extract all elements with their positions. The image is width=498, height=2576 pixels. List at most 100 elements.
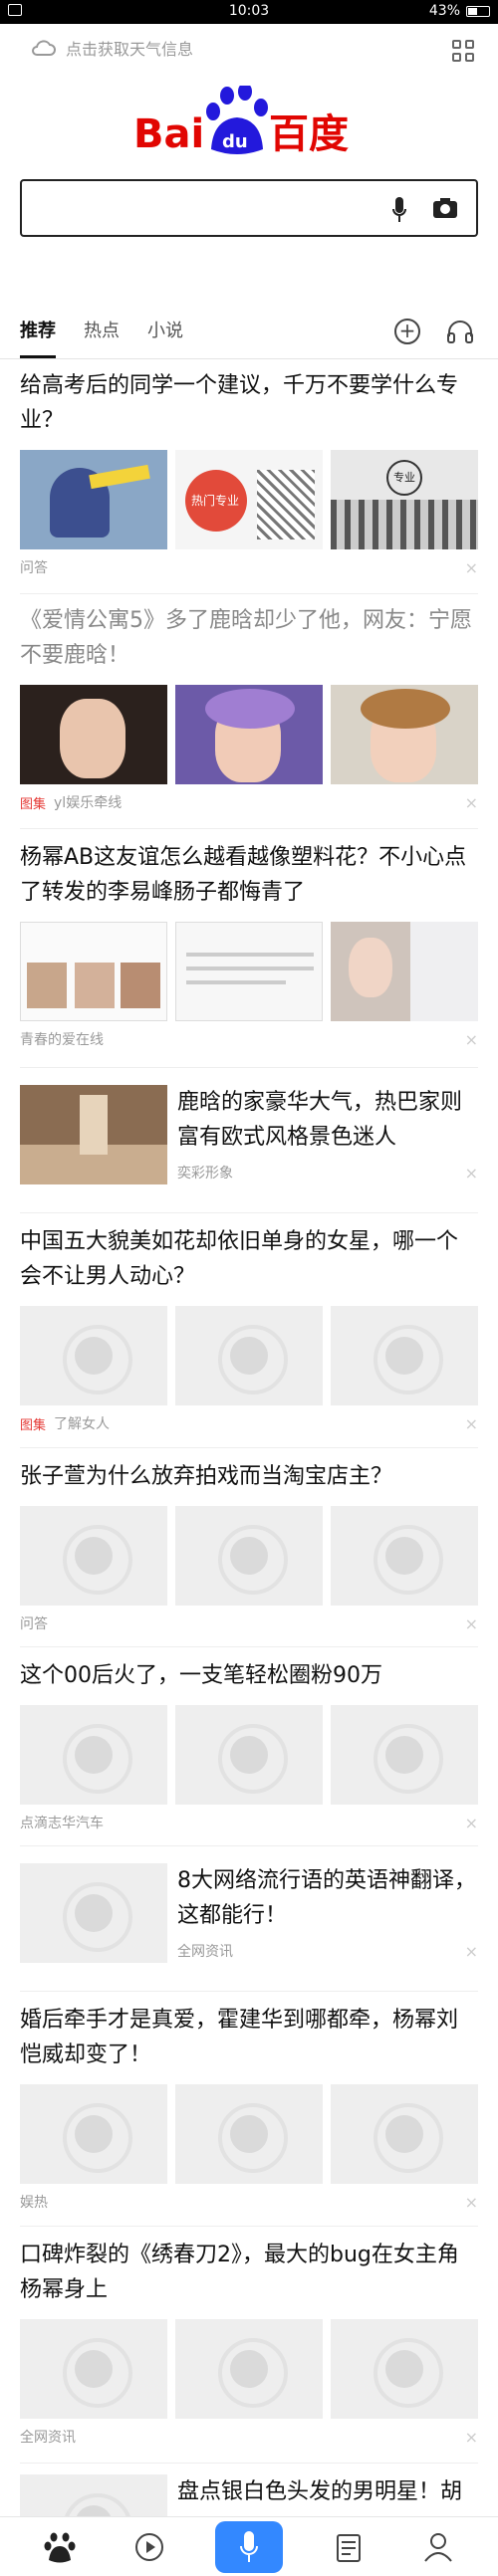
add-channel-icon[interactable]: + [394,319,420,344]
news-list-icon[interactable] [329,2527,369,2567]
article-image[interactable]: 专业 [331,450,478,549]
article-title[interactable]: 中国五大貌美如花却依旧单身的女星，哪一个会不让男人动心？ [20,1224,478,1294]
tab-novel[interactable]: 小说 [147,317,183,352]
article-image[interactable] [175,922,323,1021]
bottom-nav [0,2516,498,2576]
image-placeholder [20,1705,167,1805]
article-image[interactable] [20,685,167,784]
article-source: 娱热 [20,2195,48,2211]
article-image[interactable] [175,685,323,784]
status-bar: 10:03 43% [0,0,498,24]
divider [20,828,478,829]
video-play-icon[interactable] [129,2527,169,2567]
weather-text: 点击获取天气信息 [66,40,194,59]
weather-entry[interactable]: 点击获取天气信息 [30,36,193,60]
article-title[interactable]: 杨幂AB这友谊怎么越看越像塑料花？不小心点了转发的李易峰肠子都悔青了 [20,840,478,910]
close-icon[interactable]: × [465,1614,478,1633]
close-icon[interactable]: × [465,2428,478,2447]
divider [20,2226,478,2227]
camera-icon[interactable] [432,197,458,219]
feed-article[interactable]: 给高考后的同学一个建议，千万不要学什么专业？ 热门专业 专业 问答 × [20,368,478,577]
feed-article[interactable]: 《爱情公寓5》多了鹿晗却少了他，网友：宁愿不要鹿晗！ 图集 yl娱乐牵线 × [20,603,478,812]
divider [20,1845,478,1846]
feed-article[interactable]: 中国五大貌美如花却依旧单身的女星，哪一个会不让男人动心？ 图集 了解女人 × [20,1224,478,1433]
status-time: 10:03 [228,3,270,19]
article-title[interactable]: 鹿晗的家豪华大气，热巴家则富有欧式风格景色迷人 [177,1085,478,1155]
image-placeholder [175,2319,323,2419]
article-image[interactable]: 热门专业 [175,450,323,549]
close-icon[interactable]: × [465,2193,478,2212]
divider [20,1991,478,1992]
feed-article[interactable]: 张子萱为什么放弃拍戏而当淘宝店主？ 问答 × [20,1459,478,1633]
feed-article[interactable]: 这个00后火了，一支笔轻松圈粉90万 点滴志华汽车 × [20,1658,478,1832]
divider [20,593,478,594]
cloud-icon [32,40,56,56]
close-icon[interactable]: × [465,1030,478,1049]
image-placeholder [20,1306,167,1405]
article-title[interactable]: 给高考后的同学一个建议，千万不要学什么专业？ [20,368,478,438]
article-image[interactable] [20,1085,167,1184]
divider [20,1646,478,1647]
profile-icon[interactable] [418,2527,458,2567]
headphone-icon[interactable] [446,319,474,344]
article-title[interactable]: 8大网络流行语的英语神翻译，这都能行！ [177,1863,478,1933]
close-icon[interactable]: × [465,1414,478,1433]
divider [20,1447,478,1448]
battery-icon [466,5,490,17]
close-icon[interactable]: × [465,1164,478,1182]
article-source: 问答 [20,560,48,576]
article-image[interactable] [331,922,478,1021]
baidu-logo: Bai du 百度 [133,86,349,157]
image-placeholder [20,1863,167,1963]
microphone-icon[interactable] [392,197,406,223]
article-source: 了解女人 [54,1416,111,1432]
image-placeholder [175,1506,323,1606]
article-image[interactable] [331,685,478,784]
tab-divider [0,358,498,359]
article-title[interactable]: 这个00后火了，一支笔轻松圈粉90万 [20,1658,478,1693]
close-icon[interactable]: × [465,1814,478,1832]
article-title[interactable]: 张子萱为什么放弃拍戏而当淘宝店主？ [20,1459,478,1494]
apps-grid-icon[interactable] [452,40,474,62]
image-placeholder [331,1506,478,1606]
close-icon[interactable]: × [465,1942,478,1961]
article-source: 青春的爱在线 [20,1032,104,1048]
paw-icon: du [206,86,268,154]
image-placeholder [331,2084,478,2184]
feed-article[interactable]: 8大网络流行语的英语神翻译，这都能行！ 全网资讯 × [20,1863,478,1963]
close-icon[interactable]: × [465,558,478,577]
feed-article[interactable]: 杨幂AB这友谊怎么越看越像塑料花？不小心点了转发的李易峰肠子都悔青了 青春的爱在… [20,840,478,1049]
gallery-badge: 图集 [20,1417,47,1433]
tab-recommend[interactable]: 推荐 [20,317,56,358]
close-icon[interactable]: × [465,793,478,812]
article-source: 点滴志华汽车 [20,1816,104,1831]
logo-bai: Bai [133,111,204,157]
image-placeholder [20,2319,167,2419]
image-placeholder [331,1705,478,1805]
feed-article[interactable]: 鹿晗的家豪华大气，热巴家则富有欧式风格景色迷人 奕彩形象 × [20,1085,478,1184]
article-title[interactable]: 婚后牵手才是真爱，霍建华到哪都牵，杨幂刘恺威却变了！ [20,2003,478,2072]
image-placeholder [20,2084,167,2184]
voice-search-button[interactable] [215,2521,283,2573]
image-placeholder [331,2319,478,2419]
article-title[interactable]: 盘点银白色头发的男明星！胡 [177,2474,478,2509]
article-image[interactable] [20,922,167,1021]
article-title[interactable]: 口碑炸裂的《绣春刀2》，最大的bug在女主角杨幂身上 [20,2238,478,2307]
article-title[interactable]: 《爱情公寓5》多了鹿晗却少了他，网友：宁愿不要鹿晗！ [20,603,478,673]
search-input[interactable] [20,179,478,237]
logo-cn: 百度 [269,111,349,157]
battery-percent: 43% [428,3,460,19]
feed-article[interactable]: 婚后牵手才是真爱，霍建华到哪都牵，杨幂刘恺威却变了！ 娱热 × [20,2003,478,2212]
article-source: yl娱乐牵线 [54,795,123,811]
article-source: 全网资讯 [20,2430,76,2446]
microphone-icon [240,2531,258,2562]
home-paw-icon[interactable] [40,2527,80,2567]
article-image[interactable] [20,450,167,549]
image-placeholder [175,1705,323,1805]
divider [20,1212,478,1213]
feed-article[interactable]: 口碑炸裂的《绣春刀2》，最大的bug在女主角杨幂身上 全网资讯 × [20,2238,478,2447]
status-right: 43% [429,3,490,19]
tab-hot[interactable]: 热点 [84,317,120,352]
image-placeholder [331,1306,478,1405]
gallery-badge: 图集 [20,796,47,812]
